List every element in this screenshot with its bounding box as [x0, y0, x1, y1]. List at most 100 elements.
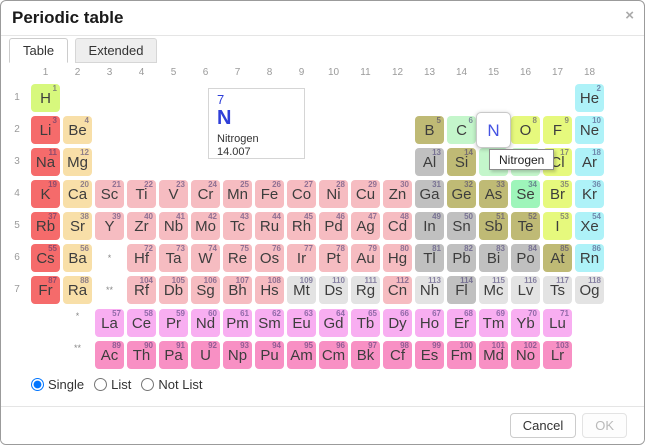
element-h[interactable]: 1H — [31, 84, 60, 112]
element-bi[interactable]: 83Bi — [479, 244, 508, 272]
element-tc[interactable]: 43Tc — [223, 212, 252, 240]
element-nb[interactable]: 41Nb — [159, 212, 188, 240]
element-fm[interactable]: 100Fm — [447, 341, 476, 369]
element-er[interactable]: 68Er — [447, 309, 476, 337]
element-sm[interactable]: 62Sm — [255, 309, 284, 337]
element-ru[interactable]: 44Ru — [255, 212, 284, 240]
element-fl[interactable]: 114Fl — [447, 276, 476, 304]
element-w[interactable]: 74W — [191, 244, 220, 272]
element-li[interactable]: 3Li — [31, 116, 60, 144]
element-xe[interactable]: 54Xe — [575, 212, 604, 240]
element-ba[interactable]: 56Ba — [63, 244, 92, 272]
element-th[interactable]: 90Th — [127, 341, 156, 369]
element-se[interactable]: 34Se — [511, 180, 540, 208]
element-cn[interactable]: 112Cn — [383, 276, 412, 304]
element-rh[interactable]: 45Rh — [287, 212, 316, 240]
element-yb[interactable]: 70Yb — [511, 309, 540, 337]
element-fe[interactable]: 26Fe — [255, 180, 284, 208]
element-pu[interactable]: 94Pu — [255, 341, 284, 369]
close-icon[interactable]: × — [625, 8, 634, 23]
element-be[interactable]: 4Be — [63, 116, 92, 144]
element-hs[interactable]: 108Hs — [255, 276, 284, 304]
element-sr[interactable]: 38Sr — [63, 212, 92, 240]
element-rb[interactable]: 37Rb — [31, 212, 60, 240]
element-zr[interactable]: 40Zr — [127, 212, 156, 240]
element-np[interactable]: 93Np — [223, 341, 252, 369]
element-rf[interactable]: 104Rf — [127, 276, 156, 304]
element-cm[interactable]: 96Cm — [319, 341, 348, 369]
element-lr[interactable]: 103Lr — [543, 341, 572, 369]
element-mt[interactable]: 109Mt — [287, 276, 316, 304]
element-ag[interactable]: 47Ag — [351, 212, 380, 240]
element-ti[interactable]: 22Ti — [127, 180, 156, 208]
element-bh[interactable]: 107Bh — [223, 276, 252, 304]
element-gd[interactable]: 64Gd — [319, 309, 348, 337]
element-ar[interactable]: 18Ar — [575, 148, 604, 176]
element-b[interactable]: 5B — [415, 116, 444, 144]
element-rg[interactable]: 111Rg — [351, 276, 380, 304]
element-bk[interactable]: 97Bk — [351, 341, 380, 369]
tab-extended[interactable]: Extended — [75, 38, 158, 63]
element-hg[interactable]: 80Hg — [383, 244, 412, 272]
element-mo[interactable]: 42Mo — [191, 212, 220, 240]
element-br[interactable]: 35Br — [543, 180, 572, 208]
element-cs[interactable]: 55Cs — [31, 244, 60, 272]
element-ne[interactable]: 10Ne — [575, 116, 604, 144]
element-kr[interactable]: 36Kr — [575, 180, 604, 208]
element-ca[interactable]: 20Ca — [63, 180, 92, 208]
element-pt[interactable]: 78Pt — [319, 244, 348, 272]
element-cf[interactable]: 98Cf — [383, 341, 412, 369]
element-eu[interactable]: 63Eu — [287, 309, 316, 337]
element-in[interactable]: 49In — [415, 212, 444, 240]
element-te[interactable]: 52Te — [511, 212, 540, 240]
element-la[interactable]: 57La — [95, 309, 124, 337]
element-os[interactable]: 76Os — [255, 244, 284, 272]
element-co[interactable]: 27Co — [287, 180, 316, 208]
element-pr[interactable]: 59Pr — [159, 309, 188, 337]
element-k[interactable]: 19K — [31, 180, 60, 208]
element-lu[interactable]: 71Lu — [543, 309, 572, 337]
element-db[interactable]: 105Db — [159, 276, 188, 304]
element-ce[interactable]: 58Ce — [127, 309, 156, 337]
element-al[interactable]: 13Al — [415, 148, 444, 176]
element-c[interactable]: 6C — [447, 116, 476, 144]
element-na[interactable]: 11Na — [31, 148, 60, 176]
element-es[interactable]: 99Es — [415, 341, 444, 369]
element-no[interactable]: 102No — [511, 341, 540, 369]
element-ho[interactable]: 67Ho — [415, 309, 444, 337]
radio-single-input[interactable] — [31, 378, 44, 391]
element-ts[interactable]: 117Ts — [543, 276, 572, 304]
element-cr[interactable]: 24Cr — [191, 180, 220, 208]
element-ds[interactable]: 110Ds — [319, 276, 348, 304]
element-as[interactable]: 33As — [479, 180, 508, 208]
element-tb[interactable]: 65Tb — [351, 309, 380, 337]
element-lv[interactable]: 116Lv — [511, 276, 540, 304]
element-u[interactable]: 92U — [191, 341, 220, 369]
element-cd[interactable]: 48Cd — [383, 212, 412, 240]
element-mc[interactable]: 115Mc — [479, 276, 508, 304]
element-mn[interactable]: 25Mn — [223, 180, 252, 208]
radio-single[interactable]: Single — [31, 377, 84, 392]
element-dy[interactable]: 66Dy — [383, 309, 412, 337]
element-n[interactable]: 7N — [476, 112, 511, 148]
element-md[interactable]: 101Md — [479, 341, 508, 369]
element-v[interactable]: 23V — [159, 180, 188, 208]
tab-table[interactable]: Table — [9, 38, 68, 63]
element-y[interactable]: 39Y — [95, 212, 124, 240]
element-tl[interactable]: 81Tl — [415, 244, 444, 272]
element-ta[interactable]: 73Ta — [159, 244, 188, 272]
element-sg[interactable]: 106Sg — [191, 276, 220, 304]
element-am[interactable]: 95Am — [287, 341, 316, 369]
element-pd[interactable]: 46Pd — [319, 212, 348, 240]
element-po[interactable]: 84Po — [511, 244, 540, 272]
element-sc[interactable]: 21Sc — [95, 180, 124, 208]
element-ir[interactable]: 77Ir — [287, 244, 316, 272]
element-pm[interactable]: 61Pm — [223, 309, 252, 337]
element-nh[interactable]: 113Nh — [415, 276, 444, 304]
radio-not-list[interactable]: Not List — [141, 377, 202, 392]
element-at[interactable]: 85At — [543, 244, 572, 272]
element-ni[interactable]: 28Ni — [319, 180, 348, 208]
element-zn[interactable]: 30Zn — [383, 180, 412, 208]
element-fr[interactable]: 87Fr — [31, 276, 60, 304]
element-ge[interactable]: 32Ge — [447, 180, 476, 208]
